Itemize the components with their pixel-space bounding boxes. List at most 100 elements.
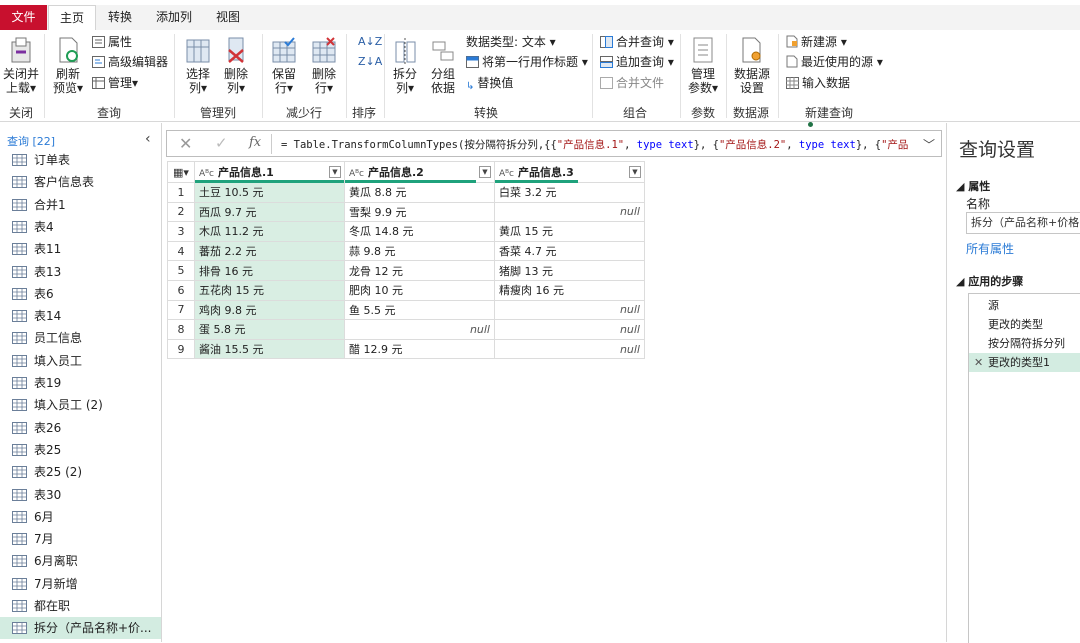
column-filter-dropdown-icon[interactable]: ▼ (479, 166, 491, 178)
queries-header[interactable]: 查询 [22] (7, 133, 55, 149)
query-item[interactable]: 拆分（产品名称+价... (0, 617, 161, 640)
table-cell[interactable]: 五花肉 15 元 (194, 279, 345, 301)
query-item[interactable]: 表30 (0, 484, 161, 506)
delete-step-icon[interactable]: ✕ (974, 353, 983, 372)
table-cell[interactable]: 冬瓜 14.8 元 (344, 221, 495, 242)
collapse-pane-icon[interactable]: ‹ (145, 131, 151, 147)
query-item[interactable]: 合并1 (0, 194, 161, 216)
tab-view[interactable]: 视图 (208, 5, 248, 30)
refresh-preview-button[interactable]: 刷新 预览▾ (50, 36, 86, 95)
query-item[interactable]: 表25 (0, 439, 161, 461)
table-cell[interactable]: null (344, 319, 495, 340)
query-item[interactable]: 6月离职 (0, 550, 161, 572)
choose-columns-button[interactable]: 选择 列▾ (182, 36, 214, 95)
text-type-icon[interactable]: Aᴮᴄ (199, 169, 214, 179)
append-queries-button[interactable]: 追加查询 ▾ (600, 54, 674, 70)
table-cell[interactable]: 蒜 9.8 元 (344, 240, 495, 262)
data-type-dropdown[interactable]: 数据类型: 文本 ▾ (466, 34, 556, 50)
remove-columns-button[interactable]: 删除 列▾ (220, 36, 252, 95)
table-cell[interactable]: null (494, 319, 645, 340)
text-type-icon[interactable]: Aᴮᴄ (349, 169, 364, 179)
fx-icon[interactable]: fx (249, 135, 261, 150)
query-item[interactable]: 表6 (0, 283, 161, 305)
table-menu-icon[interactable]: ▦▾ (167, 161, 195, 183)
query-item[interactable]: 订单表 (0, 149, 161, 171)
commit-formula-icon[interactable]: ✓ (215, 134, 228, 152)
close-and-load-button[interactable]: 关闭并 上载▾ (2, 36, 40, 95)
new-source-button[interactable]: 新建源 ▾ (786, 34, 847, 50)
query-item[interactable]: 表11 (0, 238, 161, 260)
table-cell[interactable]: 白菜 3.2 元 (494, 182, 645, 203)
query-item[interactable]: 表25 (2) (0, 461, 161, 483)
table-cell[interactable]: 土豆 10.5 元 (194, 182, 345, 203)
applied-step[interactable]: ✕ 更改的类型1 (969, 353, 1080, 372)
tab-transform[interactable]: 转换 (100, 5, 140, 30)
table-cell[interactable]: 香菜 4.7 元 (494, 240, 645, 262)
tab-file[interactable]: 文件 (0, 5, 47, 30)
table-cell[interactable]: 蕃茄 2.2 元 (194, 240, 345, 262)
enter-data-button[interactable]: 输入数据 (786, 75, 850, 91)
keep-rows-button[interactable]: 保留 行▾ (268, 36, 300, 95)
applied-step[interactable]: 更改的类型 (969, 315, 1080, 334)
table-cell[interactable]: 醋 12.9 元 (344, 338, 495, 360)
table-cell[interactable]: 排骨 16 元 (194, 260, 345, 281)
properties-button[interactable]: 属性 (92, 34, 132, 50)
column-header-2[interactable]: Aᴮᴄ 产品信息.2 ▼ (344, 161, 495, 183)
tab-add-column[interactable]: 添加列 (150, 5, 198, 30)
advanced-editor-button[interactable]: 高级编辑器 (92, 54, 168, 70)
table-cell[interactable]: 酱油 15.5 元 (194, 338, 345, 360)
column-filter-dropdown-icon[interactable]: ▼ (629, 166, 641, 178)
text-type-icon[interactable]: Aᴮᴄ (499, 169, 514, 179)
query-item[interactable]: 表19 (0, 372, 161, 394)
split-column-button[interactable]: 拆分 列▾ (390, 36, 420, 95)
table-cell[interactable]: 鱼 5.5 元 (344, 299, 495, 321)
applied-step[interactable]: 源 (969, 296, 1080, 315)
query-item[interactable]: 表26 (0, 417, 161, 439)
column-header-1[interactable]: Aᴮᴄ 产品信息.1 ▼ (194, 161, 345, 183)
query-item[interactable]: 客户信息表 (0, 171, 161, 193)
table-cell[interactable]: 木瓜 11.2 元 (194, 221, 345, 242)
query-item[interactable]: 填入员工 (0, 350, 161, 372)
table-cell[interactable]: 黄瓜 15 元 (494, 221, 645, 242)
remove-rows-button[interactable]: 删除 行▾ (308, 36, 340, 95)
recent-sources-button[interactable]: 最近使用的源 ▾ (786, 54, 883, 70)
merge-queries-button[interactable]: 合并查询 ▾ (600, 34, 674, 50)
manage-button[interactable]: 管理▾ (92, 75, 138, 91)
query-item[interactable]: 表14 (0, 305, 161, 327)
column-filter-dropdown-icon[interactable]: ▼ (329, 166, 341, 178)
sort-descending-button[interactable]: Z↓A (358, 54, 382, 70)
table-cell[interactable]: 蛋 5.8 元 (194, 319, 345, 340)
tab-home[interactable]: 主页 (48, 5, 96, 31)
query-name-input[interactable]: 拆分（产品名称+价格 (966, 212, 1080, 234)
table-cell[interactable]: 黄瓜 8.8 元 (344, 182, 495, 203)
table-cell[interactable]: null (494, 338, 645, 360)
query-item[interactable]: 都在职 (0, 595, 161, 617)
table-cell[interactable]: 西瓜 9.7 元 (194, 201, 345, 223)
query-item[interactable]: 7月 (0, 528, 161, 550)
table-cell[interactable]: 鸡肉 9.8 元 (194, 299, 345, 321)
replace-values-button[interactable]: ↳ 替换值 (466, 75, 513, 95)
applied-steps-section-header[interactable]: ◢ 应用的步骤 (956, 273, 1023, 289)
query-item[interactable]: 员工信息 (0, 327, 161, 349)
table-cell[interactable]: null (494, 201, 645, 223)
datasource-settings-button[interactable]: 数据源 设置 (732, 36, 772, 95)
sort-ascending-button[interactable]: A↓Z (358, 34, 382, 50)
table-cell[interactable]: 精瘦肉 16 元 (494, 279, 645, 301)
use-first-row-header-button[interactable]: 将第一行用作标题 ▾ (466, 54, 588, 70)
group-by-button[interactable]: 分组 依据 (428, 36, 458, 95)
table-cell[interactable]: 肥肉 10 元 (344, 279, 495, 301)
expand-formula-chevron-icon[interactable]: ﹀ (923, 136, 935, 153)
query-item[interactable]: 6月 (0, 506, 161, 528)
table-cell[interactable]: 猪脚 13 元 (494, 260, 645, 281)
properties-section-header[interactable]: ◢ 属性 (956, 178, 990, 194)
column-header-3[interactable]: Aᴮᴄ 产品信息.3 ▼ (494, 161, 645, 183)
query-item[interactable]: 7月新增 (0, 573, 161, 595)
query-item[interactable]: 表4 (0, 216, 161, 238)
applied-step[interactable]: 按分隔符拆分列 (969, 334, 1080, 353)
cancel-formula-icon[interactable]: ✕ (179, 134, 192, 153)
all-properties-link[interactable]: 所有属性 (966, 240, 1014, 257)
query-item[interactable]: 表13 (0, 261, 161, 283)
table-cell[interactable]: null (494, 299, 645, 321)
manage-parameters-button[interactable]: 管理 参数▾ (686, 36, 720, 95)
formula-input[interactable]: = Table.TransformColumnTypes(按分隔符拆分列,{{"… (281, 137, 911, 152)
